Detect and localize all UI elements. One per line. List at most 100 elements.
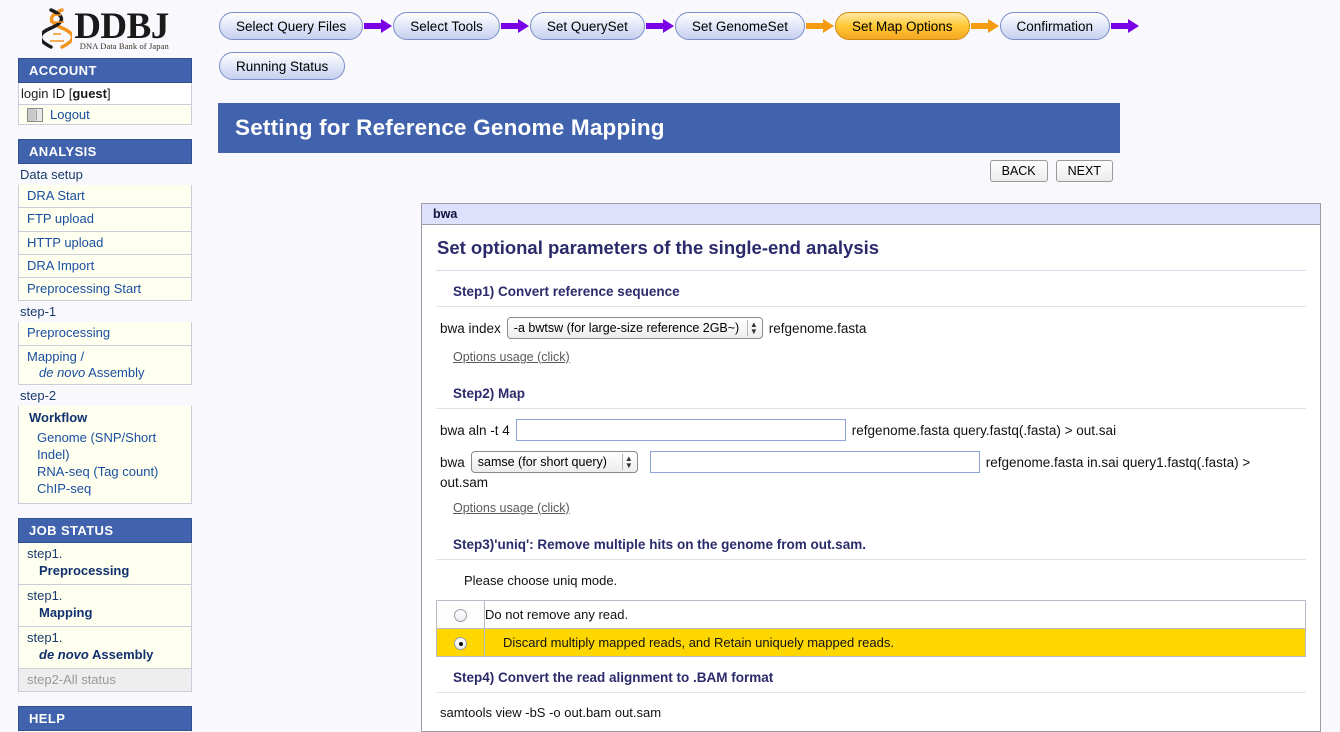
breadcrumb-step-select-tools[interactable]: Select Tools bbox=[393, 12, 500, 40]
bwa-samse-input[interactable] bbox=[650, 451, 980, 473]
sidebar-label-step1: step-1 bbox=[18, 301, 192, 322]
samse-select-wrap[interactable]: samse (for short query) sampe (for paire… bbox=[465, 451, 644, 473]
breadcrumb-step-confirmation[interactable]: Confirmation bbox=[1000, 12, 1111, 40]
sidebar-header-help: HELP bbox=[18, 706, 192, 731]
step3-note: Please choose uniq mode. bbox=[436, 560, 1306, 600]
sidebar-item-logout[interactable]: Logout bbox=[18, 105, 192, 125]
step1-row: bwa index -a bwtsw (for large-size refer… bbox=[436, 307, 1306, 339]
login-id-suffix: ] bbox=[107, 86, 111, 101]
breadcrumb-step-set-genomeset[interactable]: Set GenomeSet bbox=[675, 12, 805, 40]
uniq-radio-cell-2[interactable] bbox=[437, 629, 485, 657]
panel-tool-name: bwa bbox=[422, 204, 1320, 225]
logo-wordmark: DDBJ bbox=[74, 8, 169, 45]
sidebar-item-dra-start[interactable]: DRA Start bbox=[18, 185, 192, 208]
page-root: DDBJ DNA Data Bank of Japan ACCOUNT logi… bbox=[0, 0, 1340, 732]
uniq-label-2[interactable]: Discard multiply mapped reads, and Retai… bbox=[485, 629, 1306, 657]
sidebar-item-http-upload[interactable]: HTTP upload bbox=[18, 232, 192, 255]
login-id-row: login ID [guest] bbox=[18, 83, 192, 105]
main-content: Select Query Files Select Tools Set Quer… bbox=[205, 0, 1340, 732]
sidebar-group-workflow: Workflow Genome (SNP/Short Indel) RNA-se… bbox=[18, 406, 192, 504]
step4-command: samtools view -bS -o out.bam out.sam bbox=[436, 693, 1306, 730]
bwa-aln-input[interactable] bbox=[516, 419, 846, 441]
workflow-title: Workflow bbox=[29, 410, 191, 427]
breadcrumb-arrow-6 bbox=[1110, 12, 1140, 40]
sidebar-item-chipseq[interactable]: ChIP-seq bbox=[29, 481, 191, 498]
bwa-aln-prefix: bwa aln -t 4 bbox=[440, 423, 510, 438]
step2-label: Step2) Map bbox=[436, 373, 1306, 409]
step3-label: Step3)'uniq': Remove multiple hits on th… bbox=[436, 524, 1306, 560]
breadcrumb-arrow-5 bbox=[970, 12, 1000, 40]
panel-heading: Set optional parameters of the single-en… bbox=[436, 225, 1306, 271]
breadcrumb-step-select-query-files[interactable]: Select Query Files bbox=[219, 12, 363, 40]
sidebar-item-preprocessing-start[interactable]: Preprocessing Start bbox=[18, 278, 192, 301]
sidebar-header-account: ACCOUNT bbox=[18, 58, 192, 83]
uniq-radio-cell-1[interactable] bbox=[437, 601, 485, 629]
page-title-banner: Setting for Reference Genome Mapping bbox=[218, 103, 1120, 153]
uniq-mode-table: Do not remove any read. Discard multiply… bbox=[436, 600, 1306, 657]
uniq-radio-keep-all[interactable] bbox=[454, 609, 467, 622]
sidebar-label-data-setup: Data setup bbox=[18, 164, 192, 185]
sidebar-section-account: ACCOUNT login ID [guest] Logout bbox=[18, 58, 192, 125]
uniq-label-1[interactable]: Do not remove any read. bbox=[485, 601, 1306, 629]
sidebar-item-ftp-upload[interactable]: FTP upload bbox=[18, 208, 192, 231]
breadcrumb: Select Query Files Select Tools Set Quer… bbox=[219, 12, 1329, 92]
sidebar-label-step2: step-2 bbox=[18, 385, 192, 406]
sidebar-section-job-status: JOB STATUS step1. Preprocessing step1. M… bbox=[18, 518, 192, 692]
sidebar-item-rnaseq[interactable]: RNA-seq (Tag count) bbox=[29, 464, 191, 481]
sidebar-section-analysis: ANALYSIS Data setup DRA Start FTP upload… bbox=[18, 139, 192, 504]
sidebar-item-genome-snp[interactable]: Genome (SNP/Short Indel) bbox=[29, 430, 191, 464]
sidebar-item-job-preprocessing[interactable]: step1. Preprocessing bbox=[18, 543, 192, 585]
sidebar-header-analysis: ANALYSIS bbox=[18, 139, 192, 164]
step1-label: Step1) Convert reference sequence bbox=[436, 271, 1306, 307]
step2-options-usage-link[interactable]: Options usage (click) bbox=[436, 490, 570, 524]
bwa-index-select-wrap[interactable]: -a bwtsw (for large-size reference 2GB~)… bbox=[501, 317, 769, 339]
job2-top: step1. bbox=[27, 588, 62, 603]
table-row[interactable]: Discard multiply mapped reads, and Retai… bbox=[437, 629, 1306, 657]
sidebar-item-preprocessing[interactable]: Preprocessing bbox=[18, 322, 192, 345]
samse-select[interactable]: samse (for short query) sampe (for paire… bbox=[471, 451, 638, 473]
sidebar-header-job-status: JOB STATUS bbox=[18, 518, 192, 543]
step1-options-usage-link[interactable]: Options usage (click) bbox=[436, 339, 570, 373]
dna-helix-icon bbox=[42, 7, 72, 51]
login-id-user: guest bbox=[72, 86, 107, 101]
logout-icon bbox=[27, 108, 43, 122]
step2-aln-row: bwa aln -t 4 refgenome.fasta query.fastq… bbox=[436, 409, 1306, 441]
nav-buttons: BACK NEXT bbox=[218, 160, 1120, 182]
logout-link[interactable]: Logout bbox=[50, 107, 90, 122]
back-button[interactable]: BACK bbox=[990, 160, 1048, 182]
bwa-index-prefix: bwa index bbox=[440, 321, 501, 336]
logo-tagline: DNA Data Bank of Japan bbox=[74, 42, 169, 51]
sidebar-item-all-status[interactable]: step2-All status bbox=[18, 669, 192, 692]
page-title: Setting for Reference Genome Mapping bbox=[218, 115, 665, 141]
step4-label: Step4) Convert the read alignment to .BA… bbox=[436, 657, 1306, 693]
ddbj-logo: DDBJ DNA Data Bank of Japan bbox=[0, 0, 205, 58]
breadcrumb-step-running-status[interactable]: Running Status bbox=[219, 52, 345, 80]
sidebar-item-job-mapping[interactable]: step1. Mapping bbox=[18, 585, 192, 627]
de-novo-italic: de novo bbox=[39, 365, 85, 380]
breadcrumb-step-set-queryset[interactable]: Set QuerySet bbox=[530, 12, 645, 40]
sidebar-section-help: HELP HELP↗ bbox=[18, 706, 192, 732]
table-row[interactable]: Do not remove any read. bbox=[437, 601, 1306, 629]
job3-top: step1. bbox=[27, 630, 62, 645]
job3-bold: Assembly bbox=[92, 647, 153, 662]
sidebar-item-dra-import[interactable]: DRA Import bbox=[18, 255, 192, 278]
bwa-aln-suffix: refgenome.fasta query.fastq(.fasta) > ou… bbox=[852, 423, 1116, 438]
uniq-radio-discard-multi[interactable] bbox=[454, 637, 467, 650]
job2-bold: Mapping bbox=[27, 605, 191, 622]
job1-top: step1. bbox=[27, 546, 62, 561]
mapping-label: Mapping / bbox=[27, 349, 84, 364]
bwa-samse-suffix-line2: out.sam bbox=[436, 473, 1306, 490]
breadcrumb-arrow-4 bbox=[805, 12, 835, 40]
bwa-panel: bwa Set optional parameters of the singl… bbox=[421, 203, 1321, 732]
assembly-rest: Assembly bbox=[85, 365, 144, 380]
next-button[interactable]: NEXT bbox=[1056, 160, 1113, 182]
sidebar-item-job-assembly[interactable]: step1. de novo Assembly bbox=[18, 627, 192, 669]
breadcrumb-arrow-2 bbox=[500, 12, 530, 40]
breadcrumb-arrow-3 bbox=[645, 12, 675, 40]
breadcrumb-step-set-map-options[interactable]: Set Map Options bbox=[835, 12, 970, 40]
job1-bold: Preprocessing bbox=[27, 563, 191, 580]
sidebar-item-mapping-assembly[interactable]: Mapping / de novo Assembly bbox=[18, 346, 192, 386]
bwa-index-select[interactable]: -a bwtsw (for large-size reference 2GB~)… bbox=[507, 317, 763, 339]
breadcrumb-arrow-1 bbox=[363, 12, 393, 40]
sidebar: DDBJ DNA Data Bank of Japan ACCOUNT logi… bbox=[0, 0, 205, 732]
